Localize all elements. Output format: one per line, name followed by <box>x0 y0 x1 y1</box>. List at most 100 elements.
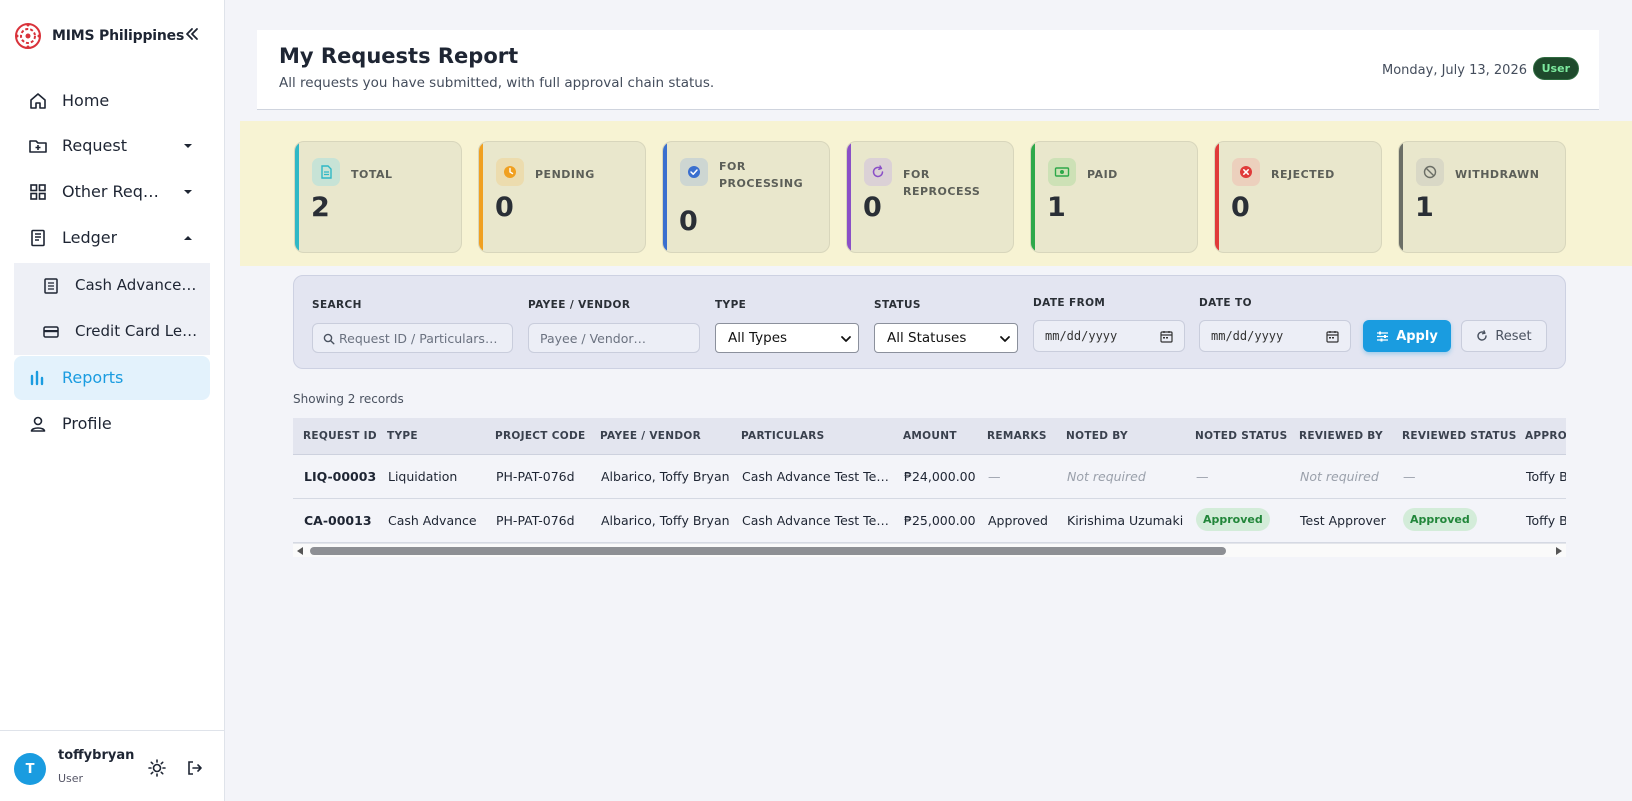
search-placeholder: Request ID / Particulars… <box>339 330 498 346</box>
nav-profile[interactable]: Profile <box>14 402 210 446</box>
payee-input[interactable]: Payee / Vendor… <box>528 323 700 353</box>
stat-card-withdrawn[interactable]: WITHDRAWN 1 <box>1398 141 1566 253</box>
records-count: Showing 2 records <box>293 392 404 406</box>
stat-value: 0 <box>863 192 882 223</box>
status-label: STATUS <box>874 299 921 311</box>
column-header[interactable]: APPROVED BY <box>1525 430 1566 442</box>
chevron-down-icon <box>841 336 851 342</box>
user-role: User <box>58 772 84 785</box>
stat-label: FOR PROCESSING <box>719 160 804 190</box>
type-label: TYPE <box>715 299 747 311</box>
date-to-input[interactable]: mm/dd/yyyy <box>1199 320 1351 352</box>
calendar-icon[interactable] <box>1326 330 1339 343</box>
column-header[interactable]: REVIEWED STATUS <box>1402 430 1517 442</box>
cell-payee: Albarico, Toffy Bryan <box>601 513 730 528</box>
cell-reviewed-by: Not required <box>1300 469 1379 484</box>
stat-card-paid[interactable]: PAID 1 <box>1030 141 1198 253</box>
column-header[interactable]: PROJECT CODE <box>495 430 585 442</box>
reset-icon <box>1477 330 1488 341</box>
column-header[interactable]: REQUEST ID <box>303 430 377 442</box>
stat-value: 0 <box>495 192 514 223</box>
scroll-thumb[interactable] <box>310 547 1226 555</box>
nav-cash-advance-ledger[interactable]: Cash Advance Ledger <box>14 263 210 309</box>
stat-card-for-reprocess[interactable]: FOR REPROCESS 0 <box>846 141 1014 253</box>
filter-panel: SEARCH Request ID / Particulars… PAYEE /… <box>293 275 1566 369</box>
avatar[interactable]: T <box>14 753 46 785</box>
column-header[interactable]: REVIEWED BY <box>1299 430 1383 442</box>
status-select[interactable]: All Statuses <box>874 323 1018 353</box>
stat-card-pending[interactable]: PENDING 0 <box>478 141 646 253</box>
date-to-placeholder: mm/dd/yyyy <box>1211 329 1284 343</box>
column-header[interactable]: NOTED BY <box>1066 430 1128 442</box>
search-input[interactable]: Request ID / Particulars… <box>312 323 513 353</box>
cell-particulars: Cash Advance Test Te… <box>742 513 889 528</box>
cell-reviewed-by: Test Approver <box>1300 513 1386 528</box>
ban-icon <box>1416 158 1444 186</box>
scroll-right-icon[interactable] <box>1556 547 1562 555</box>
status-badge: Approved <box>1196 508 1270 531</box>
stats-band: TOTAL 2 PENDING 0 FOR PROCESSING 0 FOR R… <box>240 121 1632 266</box>
payee-label: PAYEE / VENDOR <box>528 299 631 311</box>
sun-icon[interactable] <box>148 759 166 777</box>
bar-chart-icon <box>30 370 44 386</box>
column-header[interactable]: PARTICULARS <box>741 430 825 442</box>
nav-other-requests[interactable]: Other Requests <box>14 170 210 214</box>
stat-label: TOTAL <box>351 168 393 181</box>
apply-button[interactable]: Apply <box>1363 320 1451 352</box>
stat-label: PAID <box>1087 168 1118 181</box>
stat-label: WITHDRAWN <box>1455 168 1540 181</box>
stat-card-rejected[interactable]: REJECTED 0 <box>1214 141 1382 253</box>
credit-card-icon <box>43 326 59 338</box>
nav-ledger[interactable]: Ledger <box>14 216 210 260</box>
search-icon <box>323 333 335 345</box>
stat-card-for-processing[interactable]: FOR PROCESSING 0 <box>662 141 830 253</box>
clock-icon <box>496 158 524 186</box>
calendar-icon[interactable] <box>1160 330 1173 343</box>
cell-noted-by: Not required <box>1067 469 1146 484</box>
logout-icon[interactable] <box>186 759 204 777</box>
user-name: toffybryan <box>58 748 135 763</box>
cell-type: Cash Advance <box>388 513 477 528</box>
stat-card-total[interactable]: TOTAL 2 <box>294 141 462 253</box>
nav-profile-label: Profile <box>62 414 112 433</box>
cell-amount: ₱24,000.00 <box>904 469 976 484</box>
cell-approved-by: Toffy B <box>1526 513 1566 528</box>
cell-remarks: Approved <box>988 513 1048 528</box>
scroll-left-icon[interactable] <box>297 547 303 555</box>
table-row[interactable]: CA-00013 Cash Advance PH-PAT-076d Albari… <box>293 499 1566 543</box>
column-header[interactable]: PAYEE / VENDOR <box>600 430 701 442</box>
stat-value: 2 <box>311 192 330 223</box>
ledger-submenu: Cash Advance Ledger Credit Card Ledger <box>14 263 210 355</box>
sliders-icon <box>1377 331 1389 341</box>
collapse-sidebar-icon[interactable] <box>182 24 202 44</box>
mims-logo-icon <box>15 23 41 49</box>
column-header[interactable]: REMARKS <box>987 430 1047 442</box>
nav-ledger-label: Ledger <box>62 228 118 247</box>
brand[interactable]: MIMS Philippines <box>14 22 184 50</box>
horizontal-scrollbar[interactable] <box>293 543 1566 557</box>
nav-credit-card-ledger[interactable]: Credit Card Ledger <box>14 309 210 355</box>
reset-button-label: Reset <box>1495 328 1532 344</box>
nav-reports[interactable]: Reports <box>14 356 210 400</box>
column-header[interactable]: TYPE <box>387 430 418 442</box>
table-row[interactable]: LIQ-00003 Liquidation PH-PAT-076d Albari… <box>293 455 1566 499</box>
nav-home[interactable]: Home <box>14 79 210 123</box>
cell-request-id[interactable]: LIQ-00003 <box>304 469 376 484</box>
type-select[interactable]: All Types <box>715 323 859 353</box>
caret-up-icon <box>184 236 192 240</box>
cell-project-code: PH-PAT-076d <box>496 513 575 528</box>
cell-request-id[interactable]: CA-00013 <box>304 513 372 528</box>
list-document-icon <box>44 278 58 294</box>
reset-button[interactable]: Reset <box>1461 320 1547 352</box>
date-from-input[interactable]: mm/dd/yyyy <box>1033 320 1185 352</box>
chevron-down-icon <box>1000 336 1010 342</box>
nav-request[interactable]: Request <box>14 124 210 168</box>
caret-down-icon <box>184 190 192 194</box>
stat-label: REJECTED <box>1271 168 1335 181</box>
ledger-book-icon <box>31 229 45 247</box>
stat-value: 0 <box>1231 192 1250 223</box>
cell-type: Liquidation <box>388 469 458 484</box>
column-header[interactable]: AMOUNT <box>903 430 957 442</box>
column-header[interactable]: NOTED STATUS <box>1195 430 1288 442</box>
cell-noted-status: — <box>1196 469 1209 484</box>
